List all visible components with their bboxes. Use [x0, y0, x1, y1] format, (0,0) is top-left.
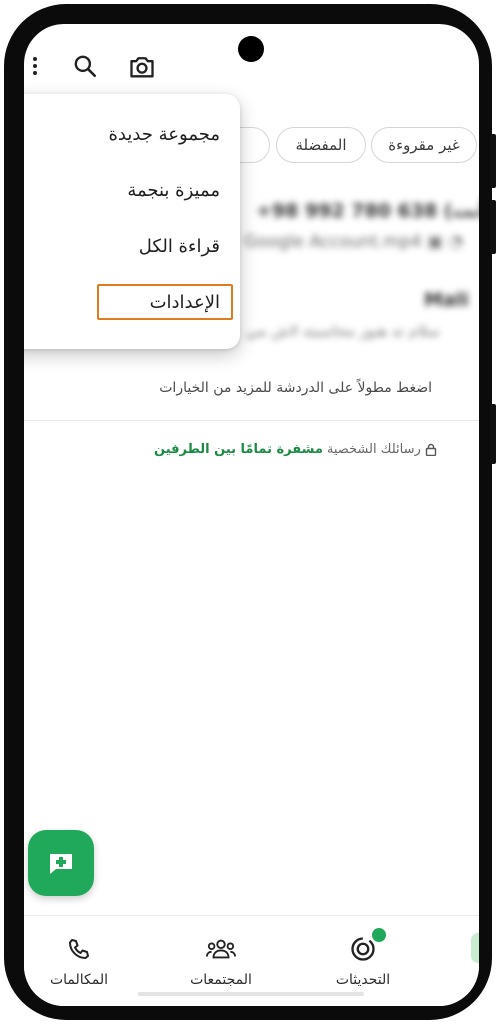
power-button	[490, 404, 496, 464]
nav-communities[interactable]: المجتمعات	[176, 934, 266, 988]
filter-chip-unread[interactable]: غير مقروءة	[371, 127, 477, 163]
chat-last-message-self: Google Account.mp4 ▣ ◔	[244, 232, 464, 252]
chat-name-contact[interactable]: Mali	[424, 289, 469, 311]
overflow-menu-icon[interactable]	[26, 52, 44, 80]
encryption-notice[interactable]: رسائلك الشخصية مشفرة تمامًا بين الطرفين	[154, 442, 437, 457]
encryption-highlight: مشفرة تمامًا بين الطرفين	[154, 442, 323, 457]
communities-icon	[206, 934, 236, 964]
new-chat-icon	[50, 854, 72, 874]
chats-tab-edge	[471, 933, 479, 963]
volume-down-button	[490, 200, 496, 254]
nav-calls[interactable]: المكالمات	[34, 934, 124, 988]
front-camera	[238, 36, 264, 62]
volume-up-button	[490, 134, 496, 188]
phone-frame: غير مقروءة المفضلة ا +98 992 780 638 (أن…	[4, 4, 496, 1020]
search-icon[interactable]	[70, 51, 100, 81]
settings-highlight-box	[97, 284, 233, 320]
bottom-nav: التحديثات المجتمعات المكالمات	[24, 915, 479, 1006]
encryption-prefix: رسائلك الشخصية	[326, 442, 421, 457]
nav-label-updates: التحديثات	[335, 972, 391, 988]
nav-updates[interactable]: التحديثات	[318, 928, 408, 988]
divider	[24, 420, 479, 421]
nav-label-calls: المكالمات	[49, 972, 109, 988]
long-press-hint: اضغط مطولاً على الدردشة للمزيد من الخيار…	[159, 380, 432, 396]
phone-icon	[64, 934, 94, 964]
updates-icon	[348, 928, 386, 964]
filter-chip-favorites[interactable]: المفضلة	[276, 127, 366, 163]
new-chat-button[interactable]	[28, 830, 94, 896]
lock-icon	[425, 443, 437, 456]
chat-name-self[interactable]: +98 992 780 638 (أنت)	[256, 200, 479, 222]
updates-badge	[372, 928, 386, 942]
menu-item-new-group[interactable]: مجموعة جديدة	[108, 124, 220, 145]
menu-item-starred[interactable]: مميزة بنجمة	[127, 180, 220, 201]
nav-label-communities: المجتمعات	[190, 972, 252, 988]
menu-item-read-all[interactable]: قراءة الكل	[139, 236, 220, 257]
camera-icon[interactable]	[126, 51, 158, 83]
chat-last-message-contact: سلام ته هنوز محاسبته لاش مي	[246, 322, 440, 340]
